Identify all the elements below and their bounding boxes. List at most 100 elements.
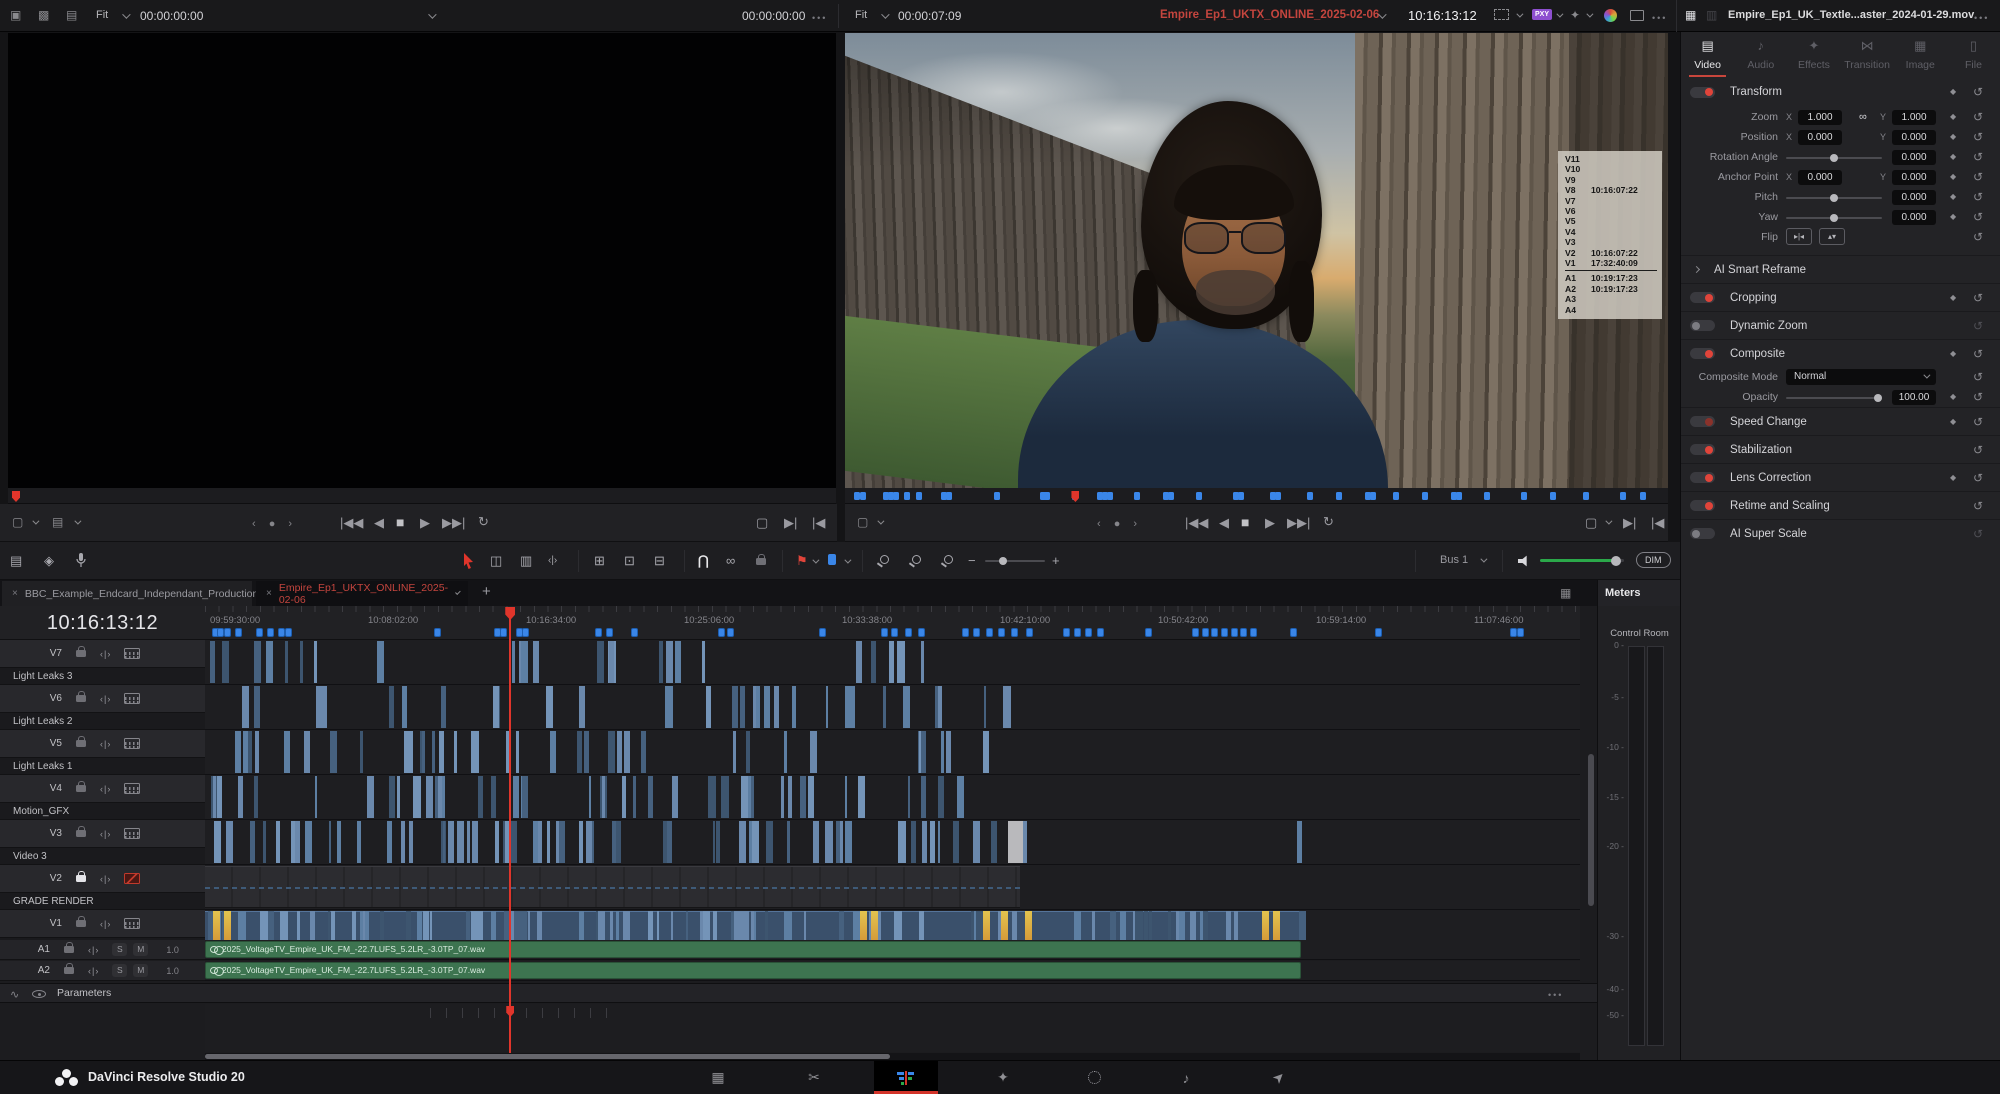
- clip-marker-icon[interactable]: [1107, 492, 1113, 500]
- timeline-tab[interactable]: ×BBC_Example_Endcard_Independant_Product…: [2, 581, 252, 606]
- timeline-marker-icon[interactable]: [962, 628, 969, 637]
- timeline-clip[interactable]: [276, 821, 280, 863]
- track-enable-icon[interactable]: [124, 828, 140, 839]
- auto-select-icon[interactable]: ‹|›: [100, 694, 111, 704]
- timeline-marker-icon[interactable]: [1290, 628, 1297, 637]
- timeline-clip[interactable]: [921, 641, 924, 683]
- stop-button[interactable]: ■: [1241, 515, 1249, 529]
- reset-icon[interactable]: ↺: [1973, 227, 1983, 247]
- track-lane-v5[interactable]: [205, 730, 1580, 775]
- timeline-timecode-display[interactable]: 10:16:13:12: [0, 606, 205, 640]
- timeline-clip[interactable]: [304, 731, 310, 773]
- snapping-magnet-icon[interactable]: ⋂: [698, 553, 709, 569]
- track-enable-icon[interactable]: [124, 693, 140, 704]
- timeline-clip[interactable]: [521, 641, 529, 683]
- timeline-clip[interactable]: [938, 821, 941, 863]
- chevron-down-icon[interactable]: [1378, 10, 1386, 18]
- section-header-cropping[interactable]: Cropping◆↺: [1681, 283, 2000, 311]
- timeline-clip[interactable]: [856, 641, 862, 683]
- timeline-marker-icon[interactable]: [1145, 628, 1152, 637]
- section-header-dynamic-zoom[interactable]: Dynamic Zoom↺: [1681, 311, 2000, 339]
- timeline-marker-icon[interactable]: [1510, 628, 1517, 637]
- add-timeline-tab-button[interactable]: +: [482, 583, 491, 600]
- keyframe-icon[interactable]: ◆: [1950, 468, 1956, 488]
- track-lane-v3[interactable]: [205, 820, 1580, 865]
- timeline-clip[interactable]: [266, 641, 273, 683]
- timeline-clip[interactable]: [213, 776, 215, 818]
- source-marker-strip[interactable]: [8, 488, 836, 504]
- timeline-clip[interactable]: [226, 821, 233, 863]
- timeline-clip[interactable]: [511, 821, 516, 863]
- inspector-tab-video[interactable]: ▤Video: [1681, 38, 1734, 77]
- timeline-clip[interactable]: [946, 731, 951, 773]
- timeline-clip[interactable]: [513, 776, 520, 818]
- timeline-clip[interactable]: [337, 821, 342, 863]
- timeline-clip[interactable]: [478, 776, 483, 818]
- timeline-clip[interactable]: [766, 821, 773, 863]
- timeline-marker-icon[interactable]: [998, 628, 1005, 637]
- transform-overlay-icon[interactable]: ▩: [38, 9, 49, 21]
- timeline-clip[interactable]: [889, 641, 894, 683]
- timeline-marker-icon[interactable]: [1240, 628, 1247, 637]
- zoom-custom-icon[interactable]: [944, 555, 953, 564]
- timeline-clip[interactable]: [579, 686, 585, 728]
- timeline-clip[interactable]: [756, 686, 760, 728]
- timeline-clip[interactable]: [792, 686, 796, 728]
- track-header-v2[interactable]: V2‹|›: [0, 865, 205, 893]
- timeline-marker-icon[interactable]: [1074, 628, 1081, 637]
- timeline-clip[interactable]: [579, 821, 583, 863]
- timeline-clip[interactable]: [472, 821, 478, 863]
- timeline-marker-icon[interactable]: [631, 628, 638, 637]
- timeline-clip[interactable]: [669, 641, 672, 683]
- overwrite-clip-icon[interactable]: ⊡: [624, 553, 635, 569]
- timeline-clip[interactable]: [659, 641, 663, 683]
- section-toggle[interactable]: [1690, 87, 1715, 98]
- track-gain-value[interactable]: 1.0: [166, 945, 179, 955]
- auto-select-icon[interactable]: ‹|›: [100, 739, 111, 749]
- timeline-clip[interactable]: [320, 686, 326, 728]
- timeline-name-menu[interactable]: Empire_Ep1_UKTX_ONLINE_2025-02-06: [1160, 9, 1379, 21]
- edit-page-icon[interactable]: [874, 1061, 938, 1094]
- bus-select[interactable]: Bus 1: [1440, 554, 1468, 566]
- monitor-volume-slider[interactable]: [1540, 559, 1624, 562]
- timeline-clip[interactable]: [706, 686, 711, 728]
- timeline-clip[interactable]: [409, 821, 413, 863]
- timeline-clip[interactable]: [648, 776, 652, 818]
- selection-tool[interactable]: [462, 553, 475, 573]
- timeline-clip[interactable]: [238, 776, 243, 818]
- timeline-clip[interactable]: [284, 731, 290, 773]
- stacked-timeline-icon[interactable]: ◈: [44, 553, 54, 569]
- track-header-v4[interactable]: V4‹|›: [0, 775, 205, 803]
- track-lock-icon[interactable]: [76, 695, 86, 702]
- parameters-options-menu[interactable]: •••: [1548, 990, 1563, 1000]
- timeline-clip[interactable]: [787, 821, 789, 863]
- reset-icon[interactable]: ↺: [1973, 207, 1983, 227]
- timeline-clip[interactable]: [263, 821, 266, 863]
- timeline-marker-icon[interactable]: [1202, 628, 1209, 637]
- timeline-clip[interactable]: [546, 686, 553, 728]
- clip-marker-icon[interactable]: [1044, 492, 1050, 500]
- timeline-clip[interactable]: [788, 776, 792, 818]
- track-header-v5[interactable]: V5‹|›: [0, 730, 205, 758]
- go-to-last-frame-button[interactable]: ▶▶|: [442, 516, 465, 529]
- auto-select-icon[interactable]: ‹|›: [88, 945, 99, 955]
- value-field[interactable]: 0.000: [1892, 150, 1936, 165]
- playhead-pin-icon[interactable]: [1071, 491, 1079, 502]
- clip-marker-icon[interactable]: [1640, 492, 1646, 500]
- y-value-field[interactable]: 1.000: [1892, 110, 1936, 125]
- eye-icon[interactable]: [32, 990, 46, 998]
- track-lock-icon[interactable]: [76, 830, 86, 837]
- track-enable-icon[interactable]: [124, 783, 140, 794]
- chevron-down-icon[interactable]: [455, 589, 461, 595]
- slider-track[interactable]: [1786, 157, 1882, 159]
- section-toggle[interactable]: [1690, 472, 1715, 483]
- timeline-clip[interactable]: [930, 821, 935, 863]
- timeline-clip[interactable]: [845, 821, 851, 863]
- inspector-panel-icon[interactable]: ▦: [1685, 9, 1696, 21]
- timeline-clip[interactable]: [617, 731, 622, 773]
- go-to-first-frame-button[interactable]: |◀◀: [340, 516, 363, 529]
- timeline-clip[interactable]: [983, 731, 989, 773]
- viewer-mode-icon[interactable]: ▢: [857, 516, 868, 528]
- timeline-clip[interactable]: [938, 776, 944, 818]
- audio-clip[interactable]: 2025_VoltageTV_Empire_UK_FM_-22.7LUFS_5.…: [205, 962, 1301, 979]
